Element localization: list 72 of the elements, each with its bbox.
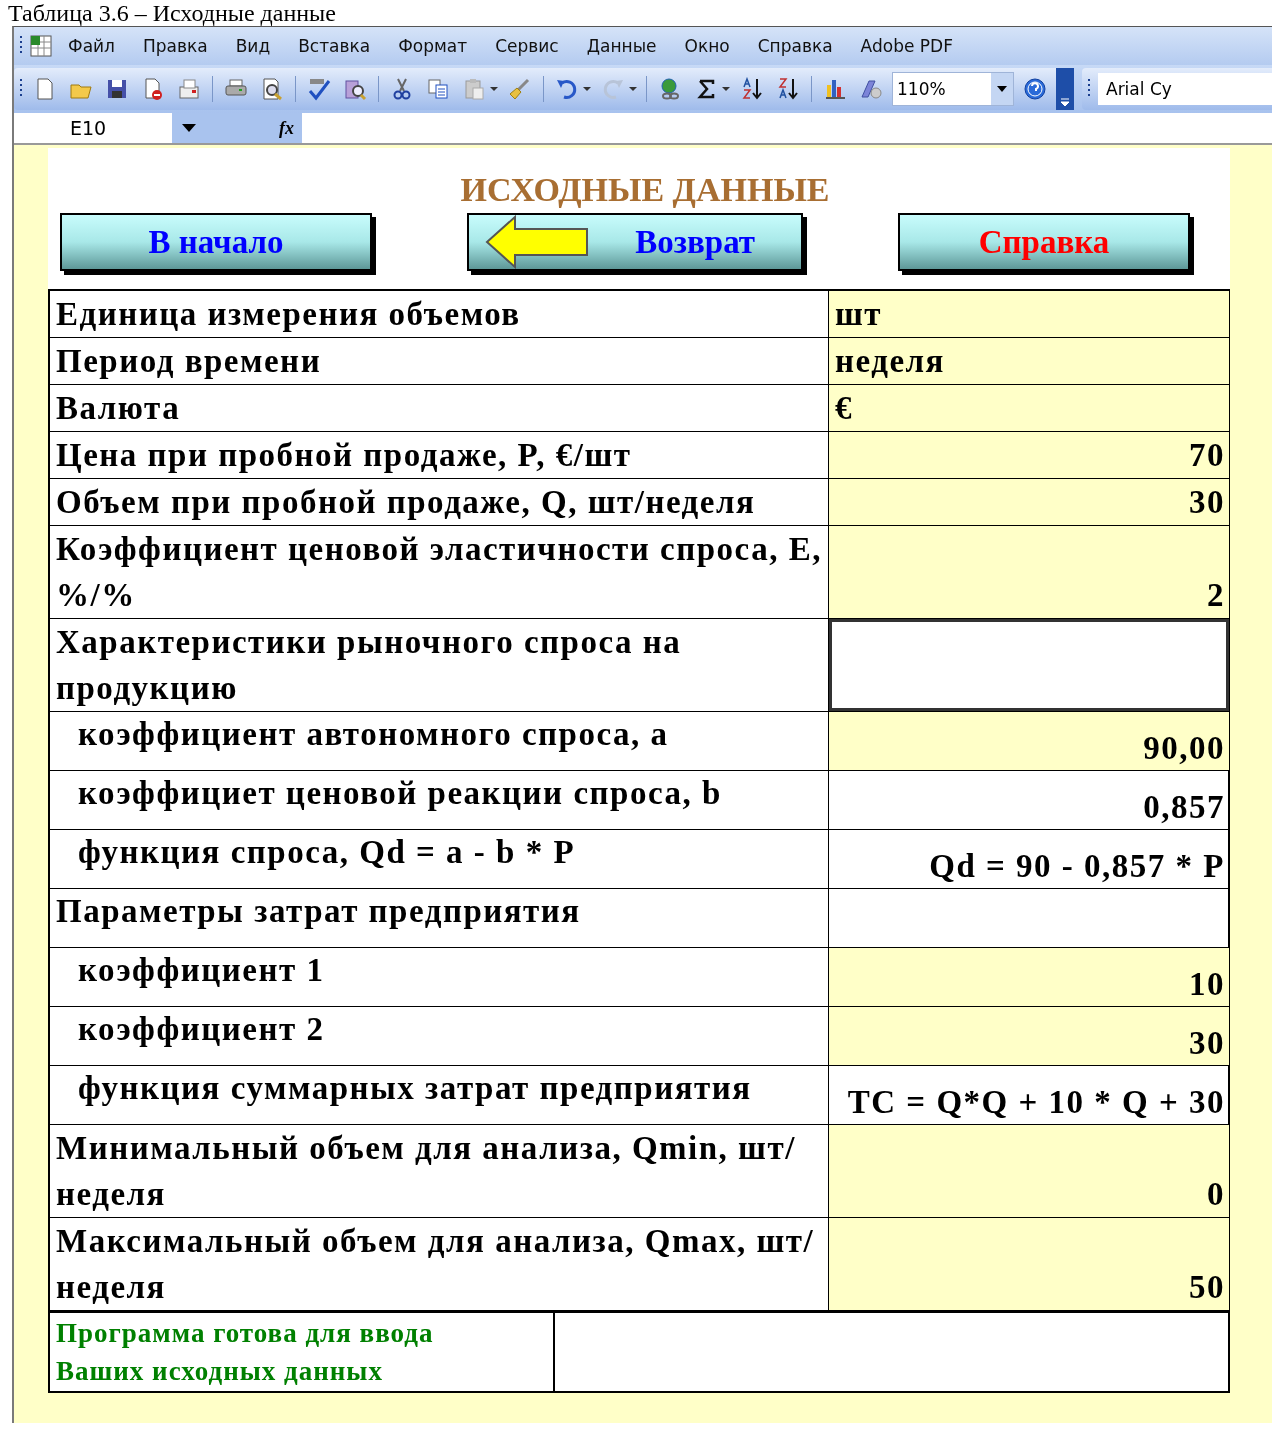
globe-link-icon[interactable] [658, 77, 682, 101]
row-label: коэффициент 1 [50, 948, 829, 1007]
value-cell[interactable]: 10 [829, 948, 1230, 1007]
status-message: Программа готова для ввода Ваших исходных данных [50, 1313, 555, 1391]
spell-check-icon[interactable] [307, 77, 331, 101]
brush-icon[interactable] [508, 77, 532, 101]
row-label: коэффициет ценовой реакции спроса, b [50, 771, 829, 830]
value-cell[interactable]: 90,00 [829, 712, 1230, 771]
menu-item[interactable]: Окно [670, 36, 744, 56]
toolbar-grip[interactable] [20, 79, 24, 99]
value-cell[interactable]: 0 [829, 1125, 1230, 1218]
sort-descending-icon[interactable] [776, 77, 800, 101]
insert-function-button[interactable]: fx [279, 117, 302, 139]
value-cell[interactable]: 50 [829, 1218, 1230, 1311]
menu-item[interactable]: Данные [572, 36, 671, 56]
button-label: В начало [148, 223, 284, 261]
name-box-dropdown[interactable] [172, 113, 206, 143]
value-cell[interactable]: неделя [829, 338, 1230, 385]
value-cell[interactable]: 30 [829, 479, 1230, 526]
menu-item[interactable]: Файл [54, 36, 129, 56]
value-cell[interactable]: 70 [829, 432, 1230, 479]
sheet-title: ИСХОДНЫЕ ДАННЫЕ [459, 170, 831, 210]
save-icon[interactable] [105, 77, 129, 101]
value-cell[interactable]: 2 [829, 526, 1230, 619]
value-cell[interactable]: 0,857 [829, 771, 1230, 830]
research-icon[interactable] [343, 77, 367, 101]
row-label: Период времени [50, 338, 829, 385]
caret-icon [182, 124, 196, 132]
row-label: Объем при пробной продаже, Q, шт/неделя [50, 479, 829, 526]
menu-item[interactable]: Формат [384, 36, 482, 56]
undo-icon[interactable] [555, 77, 579, 101]
print-preview-icon[interactable] [260, 77, 284, 101]
toolbar-grip[interactable] [1088, 79, 1092, 99]
menu-item[interactable]: Вид [221, 36, 285, 56]
sort-ascending-icon[interactable] [740, 77, 764, 101]
row-label: коэффициент автономного спроса, a [50, 712, 829, 771]
row-label: функция суммарных затрат предприятия [50, 1066, 829, 1125]
row-label: Валюта [50, 385, 829, 432]
menu-item[interactable]: Правка [128, 36, 222, 56]
row-label: Коэффициент ценовой эластичности спроса, E, %/% [50, 526, 829, 619]
toolbar-options-button[interactable] [1056, 68, 1074, 110]
spreadsheet-icon[interactable] [28, 34, 54, 58]
value-cell[interactable]: 30 [829, 1007, 1230, 1066]
row-label: Единица измерения объемов [50, 291, 829, 338]
name-box[interactable]: E10 [14, 113, 172, 143]
email-icon[interactable] [177, 77, 201, 101]
row-label: Параметры затрат предприятия [50, 889, 829, 948]
value-cell[interactable]: шт [829, 291, 1230, 338]
button-label: Справка [978, 223, 1110, 261]
value-cell[interactable]: € [829, 385, 1230, 432]
menu-item[interactable]: Вставка [284, 36, 385, 56]
bar-chart-icon[interactable] [823, 77, 847, 101]
value-cell[interactable]: Qd = 90 - 0,857 * P [829, 830, 1230, 889]
caret-icon [997, 86, 1007, 92]
menu-item[interactable]: Adobe PDF [846, 36, 967, 56]
left-arrow-icon [485, 215, 589, 269]
row-label: коэффициент 2 [50, 1007, 829, 1066]
zoom-field[interactable]: 110% [892, 72, 1014, 106]
row-label: Цена при пробной продаже, P, €/шт [50, 432, 829, 479]
row-label: Минимальный объем для анализа, Qmin, шт/неделя [50, 1125, 829, 1218]
value-cell[interactable] [829, 619, 1230, 712]
help-icon[interactable] [1023, 77, 1047, 101]
copy-icon[interactable] [426, 77, 450, 101]
document-caption: Таблица 3.6 – Исходные данные [7, 0, 337, 26]
row-label: функция спроса, Qd = a - b * P [50, 830, 829, 889]
menu-item[interactable]: Справка [743, 36, 847, 56]
toolbar-grip[interactable] [20, 36, 24, 56]
overflow-arrow-icon [1060, 98, 1070, 106]
font-field[interactable]: Arial Cy [1098, 73, 1272, 105]
drawing-icon[interactable] [859, 77, 883, 101]
menu-item[interactable]: Сервис [481, 36, 573, 56]
button-label: Возврат [635, 223, 755, 261]
